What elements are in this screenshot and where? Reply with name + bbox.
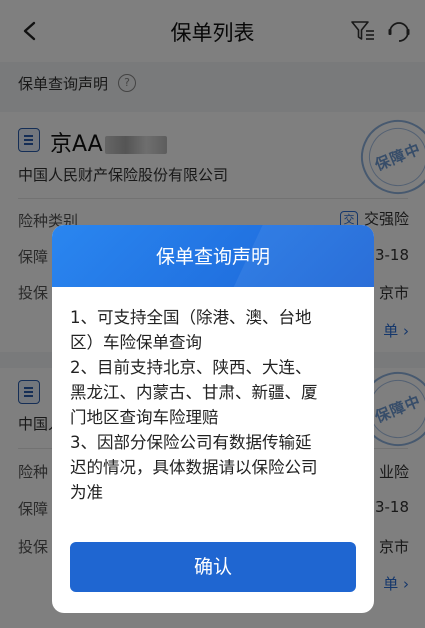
- dialog-line: 1、可支持全国（除港、澳、台地: [70, 308, 312, 327]
- dialog-title: 保单查询声明: [155, 246, 270, 268]
- dialog-line: 黑龙江、内蒙古、甘肃、新疆、厦: [70, 383, 318, 402]
- dialog-line: 2、目前支持北京、陕西、大连、: [70, 358, 312, 377]
- dialog-line: 门地区查询车险理赔: [70, 408, 219, 427]
- dialog-line: 区）车险保单查询: [70, 333, 202, 352]
- confirm-button[interactable]: 确认: [70, 542, 356, 592]
- dialog-line: 迟的情况，具体数据请以保险公司: [70, 458, 318, 477]
- dialog-header: 保单查询声明: [52, 225, 374, 287]
- notice-dialog: 保单查询声明 1、可支持全国（除港、澳、台地 区）车险保单查询 2、目前支持北京…: [52, 225, 374, 613]
- dialog-content: 1、可支持全国（除港、澳、台地 区）车险保单查询 2、目前支持北京、陕西、大连、…: [70, 305, 360, 505]
- dialog-line: 3、因部分保险公司有数据传输延: [70, 433, 312, 452]
- dialog-line: 为准: [70, 483, 103, 502]
